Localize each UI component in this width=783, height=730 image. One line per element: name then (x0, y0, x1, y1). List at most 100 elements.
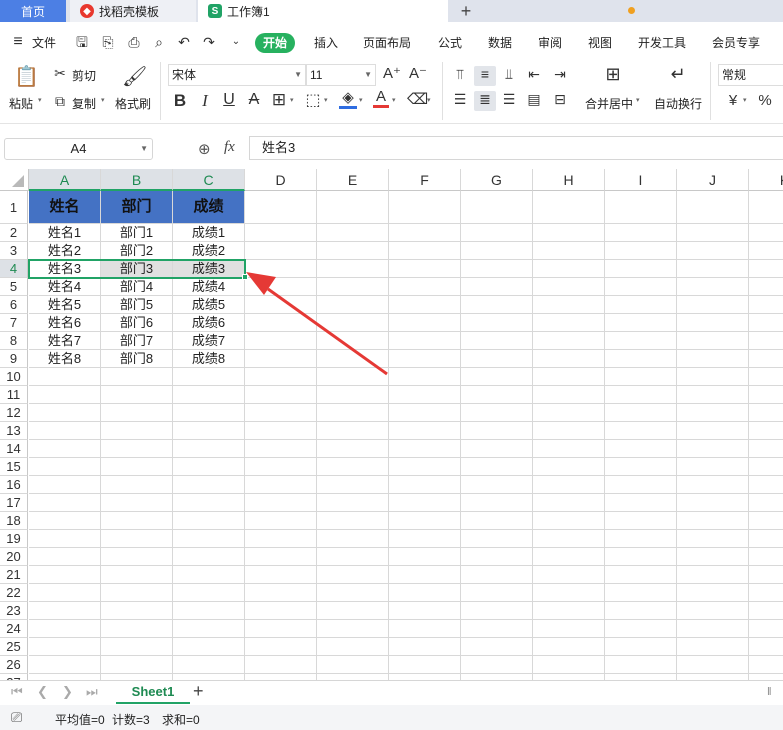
tab-bar: 首页 ◆ 找稻壳模板 S 工作簿1 + (0, 0, 783, 22)
decrease-indent-icon[interactable]: ⇤ (524, 66, 544, 86)
paste-button[interactable]: 粘贴 (9, 95, 33, 112)
scroll-split-icon[interactable]: ‖ (767, 686, 772, 698)
wrap-text-icon[interactable]: ↵ (666, 64, 690, 88)
format-painter-icon[interactable]: 🖌 (122, 64, 147, 89)
scissors-icon[interactable]: ✂ (52, 65, 68, 82)
borders-dropdown-icon[interactable]: ▾ (290, 96, 294, 104)
font-name-select[interactable]: 宋体 ▼ (168, 64, 306, 86)
decrease-font-size-icon[interactable]: A⁻ (409, 64, 427, 82)
next-sheet-icon[interactable]: ❯ (62, 684, 73, 700)
zoom-search-icon[interactable]: ⊕ (198, 140, 211, 158)
menu-dev-tools[interactable]: 开发工具 (638, 33, 686, 53)
justify-icon[interactable]: ▤ (524, 91, 544, 111)
ribbon-divider (442, 62, 443, 120)
underline-button[interactable]: U (221, 91, 237, 109)
align-left-icon[interactable]: ☰ (450, 91, 470, 111)
chevron-down-icon: ▼ (140, 144, 148, 153)
eraser-icon[interactable]: ⌫ (407, 90, 428, 108)
print-preview-icon[interactable]: ⌕ (151, 34, 167, 50)
font-color-icon[interactable]: A (373, 88, 389, 108)
menu-data[interactable]: 数据 (488, 33, 512, 53)
merge-center-icon[interactable]: ⊞ (601, 64, 625, 88)
menu-insert[interactable]: 插入 (314, 33, 338, 53)
align-middle-icon[interactable]: ≡ (474, 66, 496, 86)
redo-icon[interactable]: ↷ (201, 34, 217, 50)
unsaved-indicator-icon (628, 7, 635, 14)
menu-review[interactable]: 审阅 (538, 33, 562, 53)
align-top-icon[interactable]: ⫪ (450, 66, 470, 86)
copy-icon[interactable]: ⧉ (52, 93, 68, 110)
fx-icon[interactable]: fx (224, 139, 235, 156)
undo-icon[interactable]: ↶ (176, 34, 192, 50)
paste-dropdown-icon[interactable]: ▾ (38, 96, 42, 104)
name-box-value: A4 (70, 141, 87, 156)
docer-logo-icon: ◆ (80, 4, 94, 18)
strikethrough-button[interactable]: A (246, 91, 262, 109)
currency-dropdown-icon[interactable]: ▾ (743, 96, 747, 104)
merge-dropdown-icon[interactable]: ▾ (636, 96, 640, 104)
macro-record-icon[interactable]: ⎚ (11, 709, 22, 726)
menu-file[interactable]: 文件 (32, 33, 56, 53)
tab-template-label: 找稻壳模板 (99, 4, 160, 19)
increase-indent-icon[interactable]: ⇥ (550, 66, 570, 86)
font-color-dropdown-icon[interactable]: ▾ (392, 96, 396, 104)
save-icon[interactable]: 🖫 (74, 34, 90, 50)
fill-style-dropdown-icon[interactable]: ▾ (324, 96, 328, 104)
align-center-icon[interactable]: ≣ (474, 91, 496, 111)
status-bar: ⎚ 平均值=0 计数=3 求和=0 (0, 705, 783, 730)
number-format-value: 常规 (722, 68, 747, 82)
eraser-dropdown-icon[interactable]: ▾ (427, 96, 431, 104)
format-painter-button[interactable]: 格式刷 (115, 95, 151, 112)
number-format-select[interactable]: 常规 (718, 64, 783, 86)
menu-member[interactable]: 会员专享 (712, 33, 760, 53)
currency-button[interactable]: ¥ (726, 92, 740, 109)
font-size-select[interactable]: 11 ▼ (306, 64, 376, 86)
merge-center-button[interactable]: 合并居中 (585, 95, 633, 112)
align-bottom-icon[interactable]: ⫫ (499, 66, 519, 86)
bold-button[interactable]: B (172, 91, 188, 111)
formula-input[interactable]: 姓名3 (249, 136, 783, 160)
quick-access-more-icon[interactable]: ⌄ (228, 34, 244, 50)
add-sheet-button[interactable]: + (193, 681, 204, 702)
red-arrow-annotation (246, 272, 388, 376)
distributed-align-icon[interactable]: ⊟ (550, 91, 570, 111)
paste-icon[interactable]: 📋 (14, 64, 39, 88)
tab-workbook[interactable]: S 工作簿1 (198, 0, 635, 22)
borders-icon[interactable]: ⊞ (270, 90, 288, 110)
menu-page-layout[interactable]: 页面布局 (363, 33, 411, 53)
name-box[interactable]: A4 ▼ (4, 138, 153, 160)
tab-home[interactable]: 首页 (0, 0, 66, 22)
copy-button[interactable]: 复制 (72, 95, 96, 112)
sheet-tab-label: Sheet1 (131, 684, 175, 699)
menu-formula[interactable]: 公式 (438, 33, 462, 53)
ribbon-divider (710, 62, 711, 120)
status-sum: 求和=0 (162, 713, 200, 727)
spreadsheet-app-icon: S (208, 4, 222, 18)
copy-dropdown-icon[interactable]: ▾ (101, 96, 105, 104)
export-pdf-icon[interactable]: ⎘ (100, 34, 116, 50)
spreadsheet-grid: ABCDEFGHIJK 1234567891011121314151617181… (0, 169, 783, 680)
align-right-icon[interactable]: ☰ (499, 91, 519, 111)
tab-workbook-label: 工作簿1 (227, 4, 270, 19)
increase-font-size-icon[interactable]: A⁺ (383, 64, 401, 82)
fill-color-dropdown-icon[interactable]: ▾ (359, 96, 363, 104)
tab-template[interactable]: ◆ 找稻壳模板 (70, 0, 196, 22)
sheet-tab-sheet1[interactable]: Sheet1 (116, 681, 190, 704)
font-size-value: 11 (310, 68, 323, 82)
menu-view[interactable]: 视图 (588, 33, 612, 53)
last-sheet-icon[interactable]: ⏭ (86, 684, 98, 700)
fill-color-icon[interactable]: ◈ (339, 88, 357, 109)
cut-button[interactable]: 剪切 (72, 67, 96, 84)
font-name-value: 宋体 (172, 68, 197, 82)
first-sheet-icon[interactable]: ⏮ (11, 684, 23, 700)
italic-button[interactable]: I (197, 91, 213, 111)
percent-button[interactable]: % (758, 92, 772, 109)
new-tab-button[interactable]: + (452, 0, 480, 22)
prev-sheet-icon[interactable]: ❮ (37, 684, 48, 700)
menu-start[interactable]: 开始 (255, 33, 296, 53)
fill-style-icon[interactable]: ⬚ (304, 90, 322, 110)
plus-icon: + (460, 0, 472, 21)
hamburger-menu-icon[interactable]: ≡ (10, 34, 26, 50)
wrap-text-button[interactable]: 自动换行 (654, 95, 702, 112)
print-icon[interactable]: ⎙ (126, 34, 142, 50)
